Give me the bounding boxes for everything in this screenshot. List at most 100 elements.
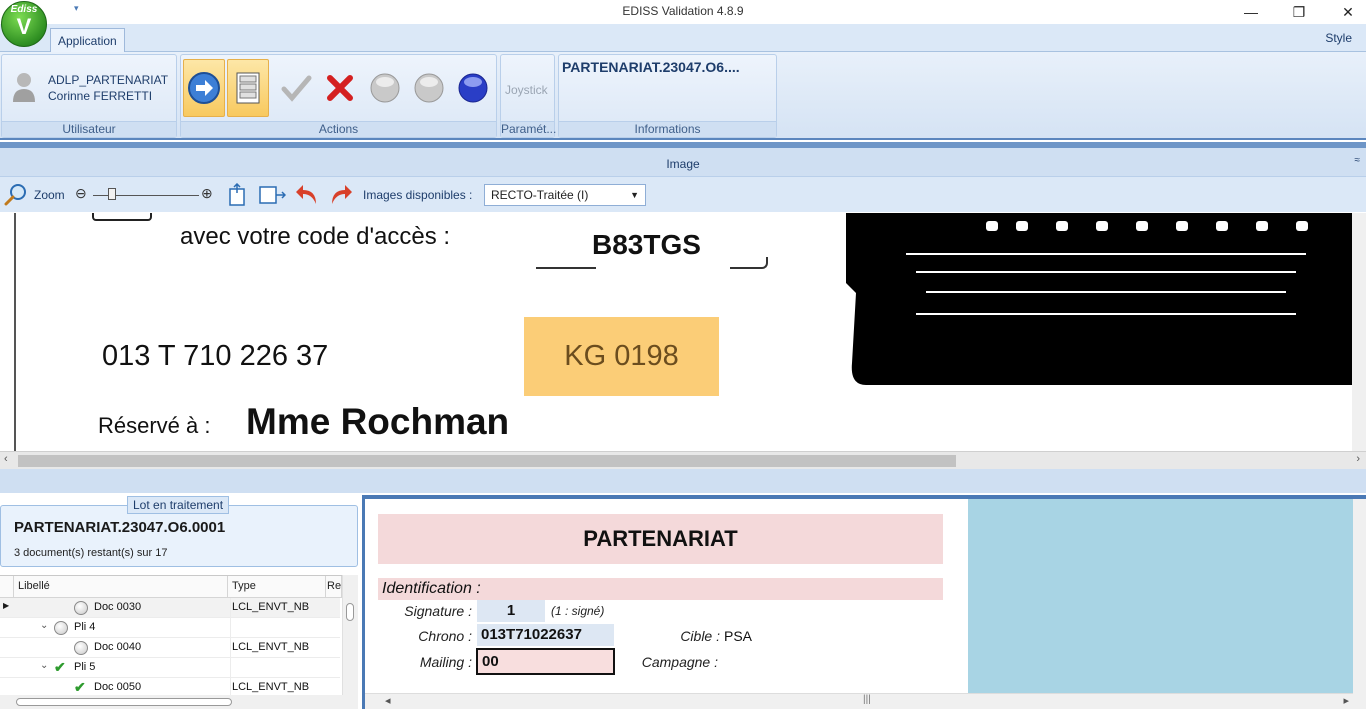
rotate-left-icon[interactable] [294,182,320,208]
status-grey-button-1[interactable] [364,59,406,117]
row-label: Pli 4 [74,621,96,633]
cible-label: Cible : [680,628,720,644]
images-select[interactable]: RECTO-Traitée (I) ▼ [484,184,646,206]
panel-splitter[interactable] [0,469,1366,493]
logo-letter: V [16,14,32,39]
lot-panel: Lot en traitement PARTENARIAT.23047.O6.0… [0,493,360,709]
table-row[interactable]: Doc 0040 LCL_ENVT_NB [0,638,340,658]
pending-circle-icon [74,641,88,655]
grid-scroll-thumb[interactable] [346,603,354,621]
ribbon-group-info: PARTENARIAT.23047.O6.... Informations [558,54,777,138]
row-type [230,618,326,638]
zoom-slider[interactable]: ⊖ ⊕ [75,185,217,203]
arrow-right-icon [188,72,220,104]
grid-hscroll-thumb[interactable] [16,698,232,706]
scan-artifact [92,213,152,221]
lot-remaining: 3 document(s) restant(s) sur 17 [14,547,168,559]
rotate-right-icon[interactable] [328,182,354,208]
image-vertical-scrollbar[interactable] [1352,213,1366,451]
signature-field[interactable]: 1 [477,600,545,622]
scroll-left-icon[interactable]: ‹ [4,453,8,465]
scroll-right-icon[interactable]: ▸ [1343,694,1349,707]
table-row[interactable]: ✔ Doc 0050 LCL_ENVT_NB [0,678,340,698]
cible-value: PSA [724,628,753,644]
group-label-info: Informations [559,121,776,137]
green-check-icon: ✔ [54,659,66,675]
collapse-chevron-icon[interactable]: ⌄ [40,660,48,671]
chrono-label: Chrono : [418,628,472,644]
ribbon-group-user: ADLP_PARTENARIAT Corinne FERRETTI Utilis… [1,54,177,138]
status-grey-button-2[interactable] [408,59,450,117]
grey-circle-icon [370,73,400,103]
current-row-icon: ▶ [3,601,10,610]
window-title: EDISS Validation 4.8.9 [622,4,744,18]
doc-reserved-name: Mme Rochman [246,401,510,442]
column-header-libelle[interactable]: Libellé [14,576,228,598]
scroll-right-icon[interactable]: › [1356,453,1360,465]
grid-vertical-scrollbar[interactable] [342,575,358,695]
row-label: Doc 0030 [94,601,142,613]
mailing-label: Mailing : [419,654,472,670]
tab-application[interactable]: Application [50,28,125,52]
zoom-out-icon[interactable]: ⊖ [75,185,87,202]
signature-hint: (1 : signé) [551,604,605,618]
user-info: ADLP_PARTENARIAT Corinne FERRETTI [48,72,168,104]
image-panel-title: Image [666,157,700,171]
copy-paste-button[interactable] [227,59,269,117]
scan-line [536,267,596,269]
scroll-grip-icon[interactable]: ||| [863,694,871,705]
user-avatar-icon [13,73,35,102]
images-select-value: RECTO-Traitée (I) [491,188,589,202]
doc-code-value: B83TGS [592,229,701,260]
zoom-in-icon[interactable]: ⊕ [201,185,213,202]
lot-tag: Lot en traitement [127,496,230,514]
collapse-icon[interactable]: ≈ [1355,155,1361,166]
reject-button[interactable] [319,59,361,117]
chrono-field[interactable]: 013T71022637 [477,624,614,646]
signature-label: Signature : [404,603,472,619]
zoom-thumb[interactable] [108,188,116,200]
zoom-icon[interactable] [4,183,28,207]
grid-horizontal-scrollbar[interactable] [0,695,358,709]
column-header-type[interactable]: Type [228,576,326,598]
validate-button[interactable] [275,59,317,117]
column-header-re[interactable]: Re [326,576,342,598]
maximize-button[interactable]: ❐ [1276,0,1322,24]
table-row[interactable]: ▶ Doc 0030 LCL_ENVT_NB [0,598,340,618]
scan-line [730,257,768,269]
ribbon-group-params: Joystick Paramét... [500,54,556,138]
mailing-field[interactable]: 00 [476,648,615,675]
chevron-down-icon: ▼ [630,190,639,200]
splitter-bar[interactable] [0,142,1366,148]
next-button[interactable] [183,59,225,117]
user-name: Corinne FERRETTI [48,89,153,103]
ribbon-group-actions: Actions [180,54,497,138]
table-row[interactable]: ⌄ ✔ Pli 5 [0,658,340,678]
app-logo[interactable]: Ediss V [1,1,47,47]
fit-height-icon[interactable] [226,183,248,207]
row-type: LCL_ENVT_NB [230,638,326,658]
fit-width-icon[interactable] [258,183,286,207]
row-type: LCL_ENVT_NB [230,598,326,618]
group-label-user: Utilisateur [2,121,176,137]
close-button[interactable]: ✕ [1325,0,1366,24]
status-blue-button[interactable] [452,59,494,117]
scanned-image[interactable]: avec votre code d'accès : B83TGS 013 T 7… [14,213,1352,451]
form-title: PARTENARIAT [378,514,943,564]
form-vertical-scrollbar[interactable] [1353,499,1366,709]
image-horizontal-scrollbar[interactable]: ‹ › [0,451,1366,469]
quick-access-dropdown-icon[interactable]: ▾ [74,3,79,14]
form-horizontal-scrollbar[interactable]: ◂ ||| ▸ [365,693,1353,709]
blue-circle-icon [458,73,488,103]
doc-box-code: KG 0198 [524,317,719,396]
minimize-button[interactable]: — [1228,0,1274,24]
tab-style[interactable]: Style [1325,31,1352,45]
scroll-left-icon[interactable]: ◂ [385,694,391,707]
joystick-button[interactable]: Joystick [505,83,548,97]
grid-row-header [0,576,14,598]
table-row[interactable]: ⌄ Pli 4 [0,618,340,638]
image-scroll-thumb[interactable] [18,455,956,467]
collapse-chevron-icon[interactable]: ⌄ [40,620,48,631]
identification-section: Identification : [378,578,943,600]
red-cross-icon [327,75,353,101]
